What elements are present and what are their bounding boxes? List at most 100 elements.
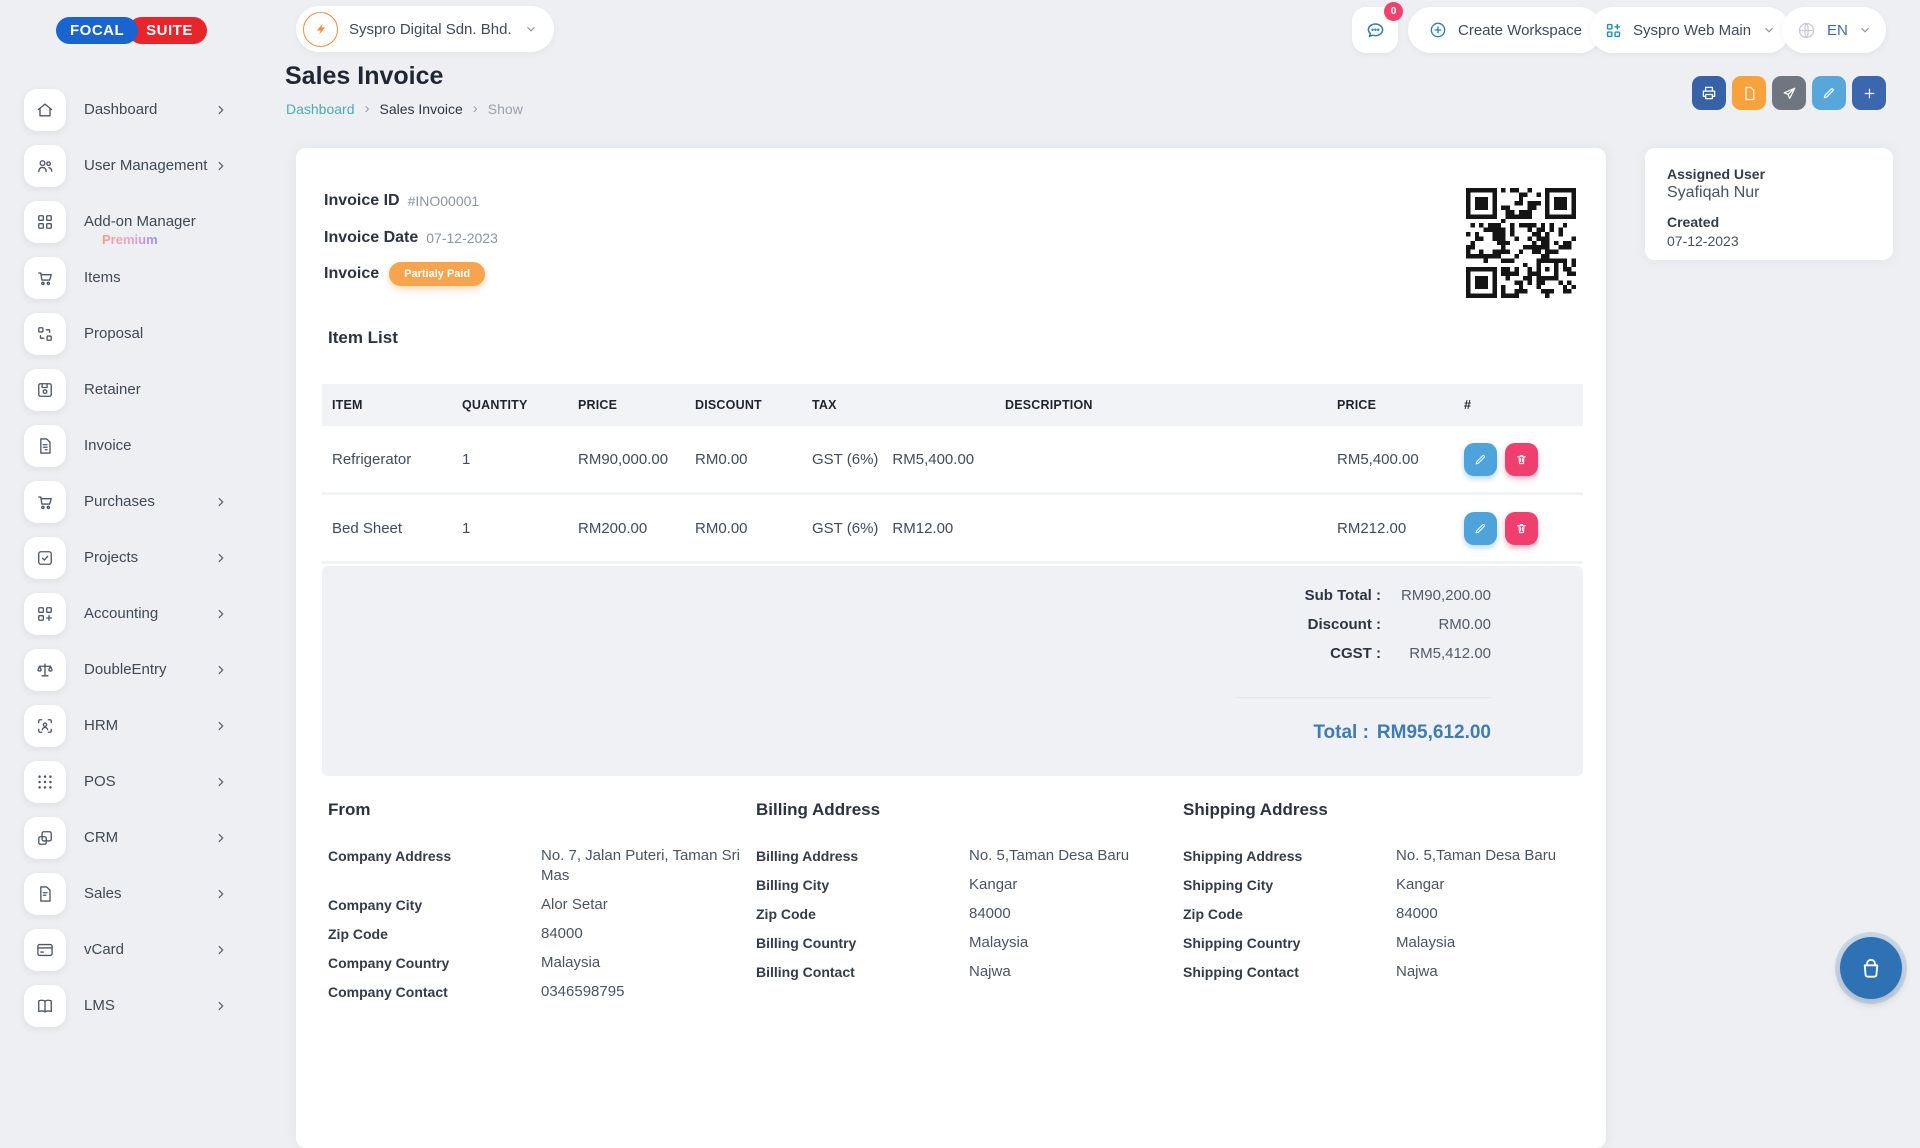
row-delete-button[interactable] xyxy=(1505,512,1538,545)
premium-badge: Premium xyxy=(102,232,158,247)
shipping-section: Shipping Address Shipping AddressNo. 5,T… xyxy=(1177,800,1583,1011)
workspace-name: Syspro Digital Sdn. Bhd. xyxy=(349,21,512,38)
sidebar-item-label: LMS xyxy=(84,997,115,1014)
send-button[interactable] xyxy=(1772,76,1806,110)
sidebar-item-invoice[interactable]: Invoice xyxy=(0,418,252,474)
sidebar-item-hrm[interactable]: HRM xyxy=(0,698,252,754)
sidebar-item-addon-manager[interactable]: Add-on Manager Premium xyxy=(0,194,252,250)
address-row: Shipping AddressNo. 5,Taman Desa Baru xyxy=(1177,846,1583,866)
sidebar-item-label: Items xyxy=(84,269,121,286)
sidebar-item-label: POS xyxy=(84,773,116,790)
sidebar-item-label: CRM xyxy=(84,829,118,846)
sidebar-item-pos[interactable]: POS xyxy=(0,754,252,810)
col-header-actions: # xyxy=(1464,398,1583,412)
sidebar-item-vcard[interactable]: vCard xyxy=(0,922,252,978)
sidebar-item-label: Invoice xyxy=(84,437,132,454)
field-label: Shipping Address xyxy=(1177,846,1396,866)
sidebar-item-projects[interactable]: Projects xyxy=(0,530,252,586)
app-selector[interactable]: Syspro Web Main xyxy=(1590,7,1790,53)
language-selector[interactable]: EN xyxy=(1782,7,1886,53)
dots-grid-icon xyxy=(24,761,66,803)
sidebar-item-label: Dashboard xyxy=(84,101,157,118)
field-label: Company City xyxy=(322,895,541,915)
checkbox-icon xyxy=(24,537,66,579)
address-row: Billing AddressNo. 5,Taman Desa Baru xyxy=(750,846,1177,866)
row-delete-button[interactable] xyxy=(1505,443,1538,476)
table-row: Bed Sheet 1 RM200.00 RM0.00 GST (6%)RM12… xyxy=(322,495,1583,564)
create-workspace-button[interactable]: Create Workspace xyxy=(1408,7,1602,53)
col-header-quantity: QUANTITY xyxy=(462,398,578,412)
cart-icon xyxy=(24,257,66,299)
cell-price: RM90,000.00 xyxy=(578,451,695,468)
totals-divider xyxy=(1235,697,1491,698)
chevron-right-icon xyxy=(214,832,227,845)
subtotal-value: RM90,200.00 xyxy=(1381,586,1491,606)
sidebar-item-sales[interactable]: Sales xyxy=(0,866,252,922)
shipping-title: Shipping Address xyxy=(1183,800,1583,820)
edit-button[interactable] xyxy=(1812,76,1846,110)
book-icon xyxy=(24,985,66,1027)
cell-quantity: 1 xyxy=(462,520,578,537)
total-row: Total : RM95,612.00 xyxy=(1313,722,1491,744)
cgst-row: CGST : RM5,412.00 xyxy=(1330,644,1491,664)
field-value: Kangar xyxy=(1396,875,1444,895)
field-label: Billing Contact xyxy=(750,962,969,982)
page-title: Sales Invoice xyxy=(285,62,443,91)
sidebar-item-purchases[interactable]: Purchases xyxy=(0,474,252,530)
overlap-squares-icon xyxy=(24,817,66,859)
field-value: Alor Setar xyxy=(541,895,608,915)
cell-tax: GST (6%)RM12.00 xyxy=(812,520,1005,537)
chevron-right-icon xyxy=(214,104,227,117)
sidebar-item-label: Add-on Manager xyxy=(84,213,196,230)
row-edit-button[interactable] xyxy=(1464,512,1497,545)
totals-panel: Sub Total : RM90,200.00 Discount : RM0.0… xyxy=(322,566,1583,776)
breadcrumb-separator: › xyxy=(473,100,478,117)
app-logo[interactable]: FOCAL SUITE xyxy=(56,17,207,44)
sidebar-item-crm[interactable]: CRM xyxy=(0,810,252,866)
sidebar-item-proposal[interactable]: Proposal xyxy=(0,306,252,362)
sidebar-item-accounting[interactable]: Accounting xyxy=(0,586,252,642)
cell-total: RM5,400.00 xyxy=(1337,451,1464,468)
breadcrumb-dashboard[interactable]: Dashboard xyxy=(286,101,355,117)
logo-focal: FOCAL xyxy=(56,17,138,44)
add-button[interactable] xyxy=(1852,76,1886,110)
field-value: Malaysia xyxy=(541,953,600,973)
chevron-right-icon xyxy=(214,496,227,509)
discount-row: Discount : RM0.00 xyxy=(1308,615,1491,635)
sidebar-item-label: User Management xyxy=(84,157,207,174)
sidebar-item-doubleentry[interactable]: DoubleEntry xyxy=(0,642,252,698)
shopping-bag-icon xyxy=(1858,955,1884,981)
billing-section: Billing Address Billing AddressNo. 5,Tam… xyxy=(750,800,1177,1011)
field-value: No. 5,Taman Desa Baru xyxy=(1396,846,1556,866)
address-row: Company AddressNo. 7, Jalan Puteri, Tama… xyxy=(322,846,750,886)
grid-plus-icon xyxy=(1604,21,1623,40)
sidebar-item-items[interactable]: Items xyxy=(0,250,252,306)
address-row: Company CountryMalaysia xyxy=(322,953,750,973)
created-label: Created xyxy=(1667,214,1871,230)
focus-user-icon xyxy=(24,705,66,747)
cell-discount: RM0.00 xyxy=(695,451,812,468)
chevron-right-icon xyxy=(214,888,227,901)
invoice-date-value: 07-12-2023 xyxy=(426,230,498,246)
document-button[interactable] xyxy=(1732,76,1766,110)
sidebar-item-dashboard[interactable]: Dashboard xyxy=(0,82,252,138)
tax-name: GST (6%) xyxy=(812,451,878,468)
create-workspace-label: Create Workspace xyxy=(1458,22,1582,39)
users-icon xyxy=(24,145,66,187)
logo-suite: SUITE xyxy=(128,17,207,44)
sidebar-item-lms[interactable]: LMS xyxy=(0,978,252,1034)
row-edit-button[interactable] xyxy=(1464,443,1497,476)
field-label: Shipping City xyxy=(1177,875,1396,895)
sidebar-item-retainer[interactable]: Retainer xyxy=(0,362,252,418)
address-row: Zip Code84000 xyxy=(750,904,1177,924)
workspace-selector[interactable]: Syspro Digital Sdn. Bhd. xyxy=(296,6,554,52)
breadcrumb-sales-invoice[interactable]: Sales Invoice xyxy=(380,101,463,117)
chevron-right-icon xyxy=(214,776,227,789)
print-button[interactable] xyxy=(1692,76,1726,110)
field-value: 0346598795 xyxy=(541,982,624,1002)
cart-fab-button[interactable] xyxy=(1840,937,1902,999)
cell-item: Refrigerator xyxy=(322,451,462,468)
messages-button[interactable]: 0 xyxy=(1352,7,1398,53)
sidebar-item-user-management[interactable]: User Management xyxy=(0,138,252,194)
tax-amount: RM5,400.00 xyxy=(892,451,974,468)
